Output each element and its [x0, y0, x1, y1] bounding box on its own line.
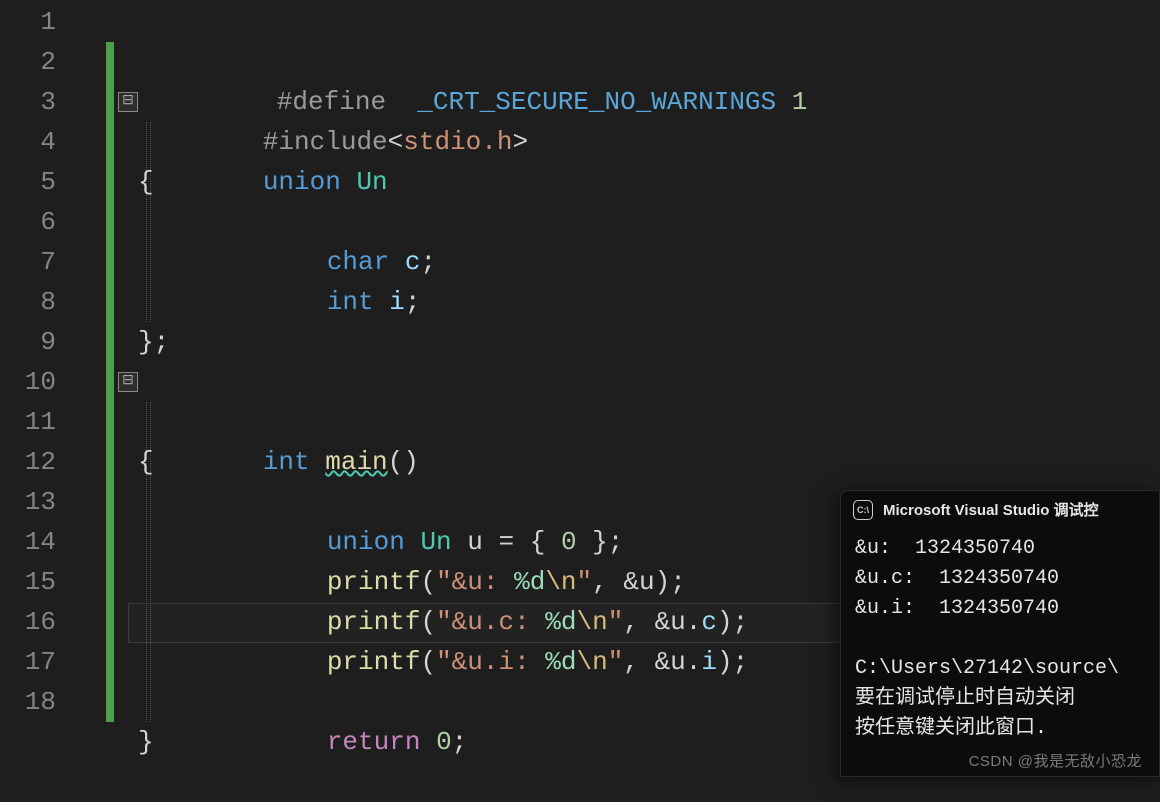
line-number: 5 [0, 162, 56, 202]
code-line[interactable]: #include<stdio.h> [74, 42, 1160, 82]
code-line[interactable]: }; [74, 282, 1160, 322]
console-titlebar[interactable]: C:\ Microsoft Visual Studio 调试控 [841, 491, 1159, 528]
line-number: 6 [0, 202, 56, 242]
space [420, 727, 436, 757]
debug-console-window[interactable]: C:\ Microsoft Visual Studio 调试控 &u: 1324… [840, 490, 1160, 777]
code-line[interactable] [74, 242, 1160, 282]
console-line: 要在调试停止时自动关闭 [855, 687, 1075, 710]
line-number: 12 [0, 442, 56, 482]
console-line: &u.i: 1324350740 [855, 597, 1059, 620]
code-line[interactable]: union Un [74, 82, 1160, 122]
brace: } [138, 727, 154, 757]
console-line: 按任意键关闭此窗口. [855, 717, 1059, 740]
terminal-icon: C:\ [853, 500, 873, 520]
watermark-text: CSDN @我是无敌小恐龙 [969, 750, 1142, 771]
number-literal: 0 [436, 727, 452, 757]
console-title-text: Microsoft Visual Studio 调试控 [883, 499, 1099, 520]
code-line[interactable]: #define _CRT_SECURE_NO_WARNINGS 1 [74, 2, 1160, 42]
line-number: 17 [0, 642, 56, 682]
console-line: &u.c: 1324350740 [855, 567, 1059, 590]
code-line[interactable]: { [74, 122, 1160, 162]
code-line[interactable]: { [74, 402, 1160, 442]
line-number: 15 [0, 562, 56, 602]
console-line: C:\Users\27142\source\ [855, 657, 1119, 680]
line-number: 1 [0, 2, 56, 42]
line-number: 7 [0, 242, 56, 282]
line-number: 9 [0, 322, 56, 362]
line-number: 18 [0, 682, 56, 722]
line-number: 8 [0, 282, 56, 322]
line-number: 4 [0, 122, 56, 162]
line-number: 11 [0, 402, 56, 442]
line-number-gutter: 1 2 3 4 5 6 7 8 9 10 11 12 13 14 15 16 1… [0, 2, 74, 777]
code-line[interactable]: int i; [74, 202, 1160, 242]
line-number: 2 [0, 42, 56, 82]
line-number: 16 [0, 602, 56, 642]
console-line: &u: 1324350740 [855, 537, 1035, 560]
keyword-return: return [327, 727, 421, 757]
line-number: 13 [0, 482, 56, 522]
code-line[interactable] [74, 322, 1160, 362]
code-line[interactable]: union Un u = { 0 }; [74, 442, 1160, 482]
line-number: 3 [0, 82, 56, 122]
code-line[interactable]: char c; [74, 162, 1160, 202]
line-number: 14 [0, 522, 56, 562]
code-line[interactable]: int main() [74, 362, 1160, 402]
punct: ; [452, 727, 468, 757]
console-output[interactable]: &u: 1324350740 &u.c: 1324350740 &u.i: 13… [841, 528, 1159, 750]
line-number: 10 [0, 362, 56, 402]
